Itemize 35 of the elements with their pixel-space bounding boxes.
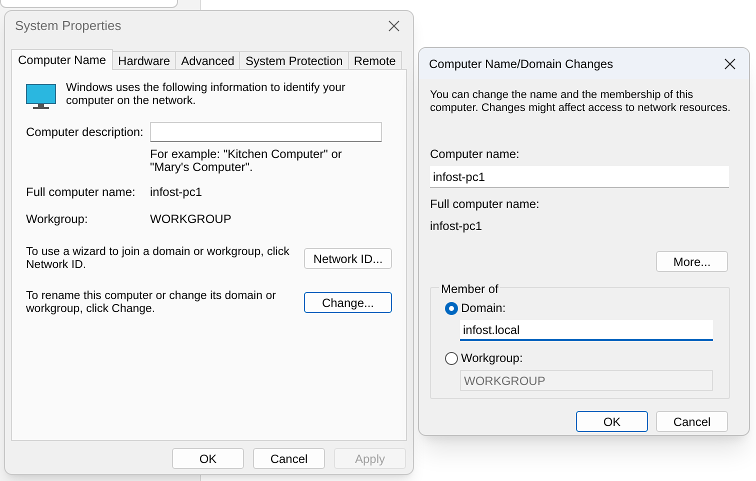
- tab[interactable]: System Protection: [240, 51, 349, 69]
- dialog-button[interactable]: OK: [172, 448, 244, 469]
- field-label: Computer name:: [430, 146, 520, 163]
- field-label: Full computer name:: [430, 196, 540, 213]
- description-field[interactable]: [150, 122, 382, 142]
- intro-text: You can change the name and the membership of this computer. Changes might affect access to network resources.: [430, 89, 732, 115]
- radio-label: Workgroup:: [461, 350, 523, 367]
- domain-field[interactable]: infost.local: [460, 320, 713, 341]
- radio-button[interactable]: [445, 302, 458, 314]
- field-value: infost-pc1: [150, 184, 202, 201]
- field-value: WORKGROUP: [150, 211, 232, 228]
- dialog-title: Computer Name/Domain Changes: [429, 56, 614, 72]
- dialog-button[interactable]: OK: [576, 411, 648, 432]
- dialog-button[interactable]: Cancel: [656, 411, 728, 432]
- dialog-button[interactable]: Change...: [304, 292, 392, 313]
- hint-text: For example: "Kitchen Computer" or "Mary's Computer".: [150, 148, 343, 174]
- tab[interactable]: Hardware: [113, 51, 176, 69]
- tab[interactable]: Remote: [348, 51, 402, 69]
- tab[interactable]: Computer Name: [11, 49, 114, 70]
- instruction-text: To rename this computer or change its domain or workgroup, click Change.: [26, 290, 277, 316]
- field-label: Workgroup:: [26, 211, 89, 228]
- dialog-button[interactable]: Network ID...: [304, 248, 392, 269]
- computer-name-field[interactable]: infost-pc1: [430, 166, 729, 188]
- monitor-icon: [26, 84, 56, 110]
- radio-label: Domain:: [461, 300, 506, 317]
- field-value: infost-pc1: [430, 218, 484, 235]
- more-button[interactable]: More...: [656, 251, 728, 272]
- field-label: Computer description:: [26, 124, 144, 141]
- intro-text: Windows uses the following information to identify your computer on the network.: [66, 82, 346, 109]
- window-title: System Properties: [15, 17, 122, 36]
- field-label: Full computer name:: [26, 184, 136, 201]
- instruction-text: To use a wizard to join a domain or workgroup, click Network ID.: [26, 246, 290, 272]
- radio-button[interactable]: [445, 352, 458, 364]
- tab[interactable]: Advanced: [176, 51, 240, 69]
- dialog-button[interactable]: Cancel: [253, 448, 325, 469]
